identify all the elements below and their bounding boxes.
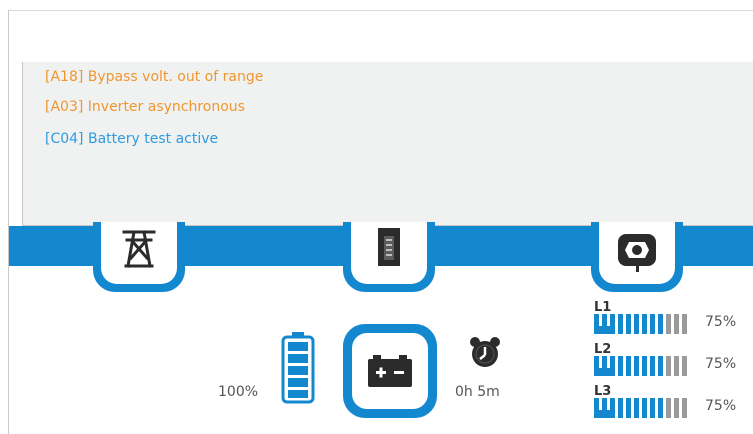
bypass-button[interactable]	[93, 222, 185, 292]
load-bar-segment	[650, 314, 655, 334]
load-bar-segment	[634, 314, 639, 334]
load-bar-segment	[642, 356, 647, 376]
load-bar-segment	[674, 398, 679, 418]
inverter-button[interactable]	[343, 222, 435, 292]
alarm-clock-icon	[470, 337, 500, 367]
load-bar-graph	[594, 398, 687, 418]
load-bar-segment	[594, 314, 599, 334]
battery-level-icon	[281, 332, 315, 404]
load-bar-graph	[594, 356, 687, 376]
battery-runtime-text: 0h 5m	[455, 384, 500, 400]
load-bar-segment	[610, 314, 615, 334]
alarm-code: [A03]	[45, 99, 84, 115]
load-bar-segment	[626, 314, 631, 334]
battery-button[interactable]	[343, 324, 437, 418]
load-bar-segment	[626, 356, 631, 376]
window-top-border	[8, 10, 753, 11]
alarm-list-panel: [A18] Bypass volt. out of range [A03] In…	[22, 62, 753, 226]
load-bar-segment	[634, 398, 639, 418]
load-bar-segment	[610, 398, 615, 418]
load-bar-segment	[618, 356, 623, 376]
alarm-item[interactable]: [A03] Inverter asynchronous	[45, 99, 245, 115]
load-meter-l2: L2 75%	[592, 342, 753, 376]
load-bar-segment	[594, 356, 599, 376]
alarm-text: Bypass volt. out of range	[87, 69, 264, 85]
alarm-code: [C04]	[45, 131, 84, 147]
load-bar-segment	[658, 356, 663, 376]
load-bar-segment	[610, 356, 615, 376]
load-bar-segment	[626, 398, 631, 418]
load-bar-segment	[658, 314, 663, 334]
load-bar-segment	[602, 356, 607, 376]
load-bar-segment	[650, 356, 655, 376]
load-bar-segment	[602, 314, 607, 334]
load-meter-l3: L3 75%	[592, 384, 753, 418]
load-bar-segment	[594, 398, 599, 418]
load-bar-segment	[642, 314, 647, 334]
load-bar-segment	[602, 398, 607, 418]
power-socket-icon	[618, 234, 656, 272]
load-bar-segment	[642, 398, 647, 418]
load-bar-segment	[682, 398, 687, 418]
load-meter-l1: L1 75%	[592, 300, 753, 334]
battery-charge-text: 100%	[218, 384, 259, 400]
alarm-item[interactable]: [C04] Battery test active	[45, 131, 218, 147]
load-bar-segment	[682, 314, 687, 334]
load-bar-segment	[666, 314, 671, 334]
load-bar-segment	[634, 356, 639, 376]
inverter-icon	[378, 228, 400, 266]
load-bar-segment	[666, 398, 671, 418]
window-left-border	[8, 10, 9, 434]
output-button[interactable]	[591, 222, 683, 292]
load-bar-segment	[674, 356, 679, 376]
load-bar-segment	[674, 314, 679, 334]
alarm-code: [A18]	[45, 69, 84, 85]
load-bar-segment	[658, 398, 663, 418]
load-bar-segment	[650, 398, 655, 418]
load-bar-graph	[594, 314, 687, 334]
battery-icon	[368, 355, 412, 387]
load-percent-text: 75%	[705, 398, 737, 414]
alarm-text: Battery test active	[87, 131, 219, 147]
load-bar-segment	[666, 356, 671, 376]
load-percent-text: 75%	[705, 356, 737, 372]
power-tower-icon	[122, 230, 156, 268]
load-bar-segment	[618, 314, 623, 334]
load-percent-text: 75%	[705, 314, 737, 330]
load-bar-segment	[682, 356, 687, 376]
load-bar-segment	[618, 398, 623, 418]
alarm-text: Inverter asynchronous	[87, 99, 245, 115]
alarm-item[interactable]: [A18] Bypass volt. out of range	[45, 69, 263, 85]
